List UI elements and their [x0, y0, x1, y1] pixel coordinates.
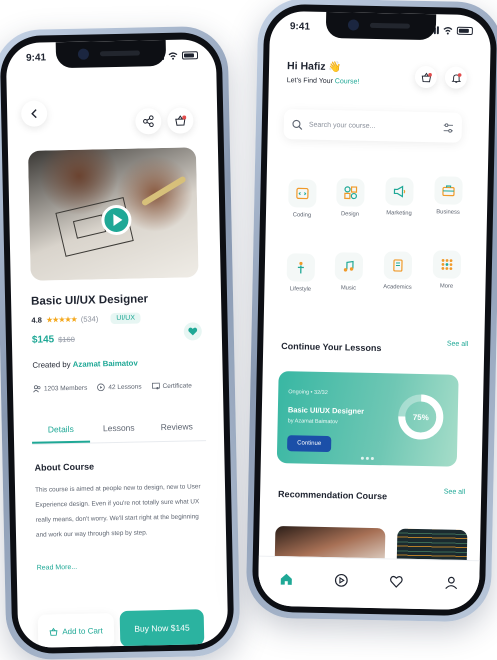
carousel-dots[interactable] — [360, 456, 374, 461]
chevron-left-icon — [31, 109, 37, 119]
notch — [325, 11, 436, 41]
tab-details[interactable]: Details — [31, 413, 91, 444]
basket-icon — [175, 115, 187, 126]
bottom-nav — [257, 555, 480, 611]
basket-icon — [49, 627, 58, 636]
heart-icon — [188, 327, 198, 336]
lessons-count: 42 Lessons — [108, 382, 142, 391]
star-rating-icon: ★★★★★ — [45, 314, 77, 325]
category-business[interactable]: Business — [428, 176, 469, 216]
basket-icon — [421, 72, 432, 82]
search-input[interactable]: Search your course... — [309, 121, 376, 129]
category-design[interactable]: Design — [330, 178, 371, 218]
heart-icon[interactable] — [389, 574, 403, 588]
add-to-cart-button[interactable]: Add to Cart — [37, 613, 115, 649]
design-shapes-icon — [344, 186, 358, 200]
battery-icon — [181, 51, 199, 60]
course-detail-screen: 9:41 Basic UI/UX Designer 4.8 ★★★★★ (534… — [5, 38, 229, 649]
course-rating: 4.8 ★★★★★ (534) UI/UX — [31, 312, 142, 325]
course-title: Basic UI/UX Designer — [30, 293, 149, 308]
grid-dots-icon — [441, 259, 453, 270]
about-course-text: This course is aimed at people new to de… — [34, 483, 201, 539]
megaphone-icon — [393, 185, 406, 198]
code-icon — [296, 187, 309, 200]
home-screen: 9:41 Hi Hafiz 👋 Let's Find Your Course! … — [257, 10, 492, 611]
profile-icon[interactable] — [445, 575, 459, 589]
course-video-thumbnail[interactable] — [27, 147, 199, 281]
lifestyle-icon — [297, 261, 304, 274]
notch — [55, 39, 167, 69]
status-time: 9:41 — [25, 52, 47, 64]
author-link[interactable]: Azamat Baimatov — [73, 359, 138, 369]
lesson-author: by Azamat Baimatov — [287, 418, 338, 426]
phone-course-detail: 9:41 Basic UI/UX Designer 4.8 ★★★★★ (534… — [0, 25, 241, 660]
home-icon[interactable] — [279, 572, 293, 586]
review-count: (534) — [80, 314, 99, 324]
category-coding[interactable]: Coding — [282, 179, 323, 219]
old-price: $160 — [58, 334, 75, 345]
greeting-subtitle: Let's Find Your Course! — [286, 77, 360, 86]
lesson-title: Basic UI/UX Designer — [287, 405, 365, 416]
progress-ring: 75% — [395, 391, 446, 442]
buy-now-button[interactable]: Buy Now $145 — [119, 609, 205, 647]
see-all-lessons-link[interactable]: See all — [447, 341, 469, 348]
ongoing-lesson-card[interactable]: Ongoing • 32/32 Basic UI/UX Designer by … — [276, 371, 459, 467]
tab-lessons[interactable]: Lessons — [89, 412, 148, 442]
category-more[interactable]: More — [426, 250, 467, 290]
play-circle-icon[interactable] — [334, 573, 348, 587]
rating-value: 4.8 — [31, 315, 43, 325]
music-icon — [343, 260, 354, 272]
search-icon — [292, 119, 303, 130]
see-all-recommendations-link[interactable]: See all — [444, 488, 466, 495]
certificate-label: Certificate — [162, 381, 192, 390]
back-button[interactable] — [20, 100, 48, 127]
members-count: 1203 Members — [43, 384, 88, 393]
category-marketing[interactable]: Marketing — [379, 177, 420, 217]
wifi-icon — [168, 52, 178, 60]
search-bar[interactable]: Search your course... — [283, 109, 463, 143]
notification-button[interactable] — [444, 66, 468, 89]
detail-tabs: Details Lessons Reviews — [31, 411, 207, 445]
status-time: 9:41 — [289, 21, 311, 33]
continue-lessons-heading: Continue Your Lessons — [281, 341, 382, 354]
favorite-button[interactable] — [183, 322, 202, 341]
filter-icon[interactable] — [443, 122, 454, 133]
members-icon — [33, 385, 41, 393]
current-price: $145 — [31, 334, 55, 346]
briefcase-icon — [442, 185, 455, 197]
phone-home: 9:41 Hi Hafiz 👋 Let's Find Your Course! … — [245, 0, 497, 623]
created-by: Created by Azamat Baimatov — [32, 358, 138, 370]
category-tag: UI/UX — [110, 312, 142, 325]
about-course-heading: About Course — [34, 461, 95, 473]
battery-icon — [456, 26, 473, 35]
share-icon — [143, 115, 154, 128]
continue-button[interactable]: Continue — [287, 435, 332, 453]
tab-reviews[interactable]: Reviews — [147, 411, 206, 441]
read-more-link[interactable]: Read More... — [37, 564, 78, 572]
wifi-icon — [443, 27, 453, 35]
certificate-icon — [151, 382, 160, 390]
category-music[interactable]: Music — [328, 252, 369, 292]
add-to-cart-label: Add to Cart — [62, 625, 103, 636]
cart-button[interactable] — [167, 107, 194, 134]
category-academics[interactable]: Academics — [377, 251, 418, 291]
course-meta: 1203 Members 42 Lessons Certificate — [33, 381, 192, 393]
cart-button[interactable] — [414, 65, 438, 89]
lesson-progress-label: Ongoing • 32/32 — [288, 389, 328, 397]
lessons-icon — [97, 383, 106, 392]
price: $145 $160 — [31, 334, 75, 346]
category-lifestyle[interactable]: Lifestyle — [280, 253, 321, 293]
progress-percent: 75% — [412, 412, 429, 422]
recommendation-heading: Recommendation Course — [278, 489, 388, 502]
share-button[interactable] — [135, 108, 162, 135]
bell-icon — [451, 72, 461, 83]
greeting: Hi Hafiz 👋 — [286, 60, 342, 74]
book-icon — [393, 259, 403, 272]
